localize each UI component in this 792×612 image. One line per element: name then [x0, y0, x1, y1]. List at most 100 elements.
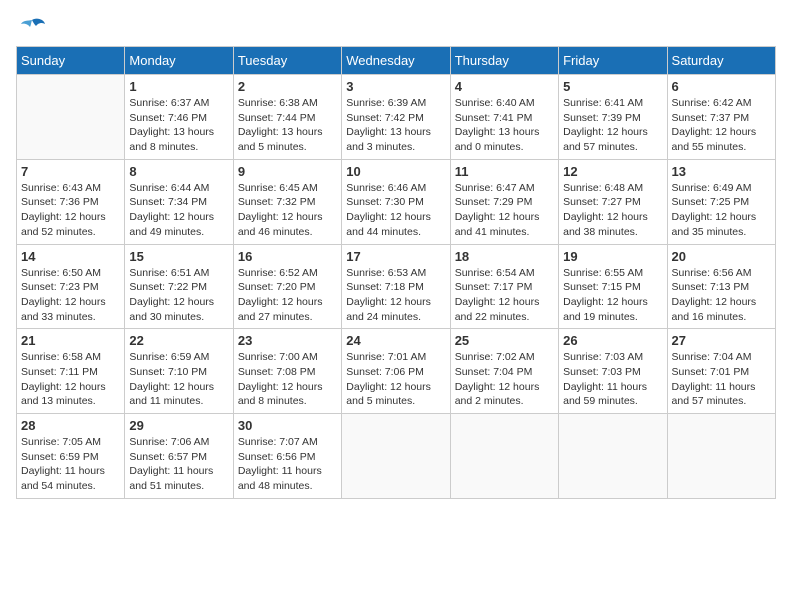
day-number: 8 [129, 164, 228, 179]
page-header [16, 16, 776, 38]
day-number: 25 [455, 333, 554, 348]
day-number: 26 [563, 333, 662, 348]
day-number: 17 [346, 249, 445, 264]
day-info: Sunrise: 6:43 AMSunset: 7:36 PMDaylight:… [21, 181, 120, 240]
day-info: Sunrise: 7:05 AMSunset: 6:59 PMDaylight:… [21, 435, 120, 494]
day-number: 3 [346, 79, 445, 94]
day-info: Sunrise: 6:54 AMSunset: 7:17 PMDaylight:… [455, 266, 554, 325]
calendar-cell: 9 Sunrise: 6:45 AMSunset: 7:32 PMDaylight… [233, 159, 341, 244]
day-number: 1 [129, 79, 228, 94]
day-number: 13 [672, 164, 771, 179]
day-info: Sunrise: 6:38 AMSunset: 7:44 PMDaylight:… [238, 96, 337, 155]
calendar-cell: 6Sunrise: 6:42 AMSunset: 7:37 PMDaylight… [667, 75, 775, 160]
calendar-cell: 25Sunrise: 7:02 AMSunset: 7:04 PMDayligh… [450, 329, 558, 414]
day-number: 20 [672, 249, 771, 264]
day-number: 4 [455, 79, 554, 94]
day-info: Sunrise: 6:40 AMSunset: 7:41 PMDaylight:… [455, 96, 554, 155]
day-info: Sunrise: 6:41 AMSunset: 7:39 PMDaylight:… [563, 96, 662, 155]
day-info: Sunrise: 7:07 AMSunset: 6:56 PMDaylight:… [238, 435, 337, 494]
calendar-week-row: 14 Sunrise: 6:50 AMSunset: 7:23 PMDayligh… [17, 244, 776, 329]
day-number: 5 [563, 79, 662, 94]
day-info: Sunrise: 6:47 AMSunset: 7:29 PMDaylight:… [455, 181, 554, 240]
calendar-cell: 8 Sunrise: 6:44 AMSunset: 7:34 PMDaylight… [125, 159, 233, 244]
calendar-week-row: 21Sunrise: 6:58 AMSunset: 7:11 PMDayligh… [17, 329, 776, 414]
day-info: Sunrise: 6:44 AMSunset: 7:34 PMDaylight:… [129, 181, 228, 240]
day-of-week-header: Monday [125, 47, 233, 75]
day-number: 29 [129, 418, 228, 433]
day-number: 14 [21, 249, 120, 264]
calendar-cell: 16Sunrise: 6:52 AMSunset: 7:20 PMDayligh… [233, 244, 341, 329]
day-number: 21 [21, 333, 120, 348]
day-of-week-header: Saturday [667, 47, 775, 75]
day-info: Sunrise: 7:03 AMSunset: 7:03 PMDaylight:… [563, 350, 662, 409]
day-number: 27 [672, 333, 771, 348]
calendar-cell: 10 Sunrise: 6:46 AMSunset: 7:30 PMDayligh… [342, 159, 450, 244]
calendar-cell: 19 Sunrise: 6:55 AMSunset: 7:15 PMDayligh… [559, 244, 667, 329]
day-info: Sunrise: 6:51 AMSunset: 7:22 PMDaylight:… [129, 266, 228, 325]
day-number: 24 [346, 333, 445, 348]
day-info: Sunrise: 6:55 AMSunset: 7:15 PMDaylight:… [563, 266, 662, 325]
logo-text [16, 16, 46, 38]
day-info: Sunrise: 6:49 AMSunset: 7:25 PMDaylight:… [672, 181, 771, 240]
calendar: SundayMondayTuesdayWednesdayThursdayFrid… [16, 46, 776, 499]
calendar-cell: 11 Sunrise: 6:47 AMSunset: 7:29 PMDayligh… [450, 159, 558, 244]
calendar-cell [559, 414, 667, 499]
day-info: Sunrise: 6:59 AMSunset: 7:10 PMDaylight:… [129, 350, 228, 409]
calendar-cell: 14 Sunrise: 6:50 AMSunset: 7:23 PMDayligh… [17, 244, 125, 329]
calendar-cell [450, 414, 558, 499]
day-info: Sunrise: 6:48 AMSunset: 7:27 PMDaylight:… [563, 181, 662, 240]
day-number: 6 [672, 79, 771, 94]
day-info: Sunrise: 6:45 AMSunset: 7:32 PMDaylight:… [238, 181, 337, 240]
calendar-cell: 24 Sunrise: 7:01 AMSunset: 7:06 PMDayligh… [342, 329, 450, 414]
calendar-header-row: SundayMondayTuesdayWednesdayThursdayFrid… [17, 47, 776, 75]
day-info: Sunrise: 7:04 AMSunset: 7:01 PMDaylight:… [672, 350, 771, 409]
day-number: 10 [346, 164, 445, 179]
calendar-week-row: 28 Sunrise: 7:05 AMSunset: 6:59 PMDayligh… [17, 414, 776, 499]
calendar-cell: 1 Sunrise: 6:37 AMSunset: 7:46 PMDaylight… [125, 75, 233, 160]
calendar-cell: 5 Sunrise: 6:41 AMSunset: 7:39 PMDaylight… [559, 75, 667, 160]
calendar-cell: 2 Sunrise: 6:38 AMSunset: 7:44 PMDaylight… [233, 75, 341, 160]
day-of-week-header: Wednesday [342, 47, 450, 75]
day-number: 28 [21, 418, 120, 433]
calendar-cell: 7 Sunrise: 6:43 AMSunset: 7:36 PMDaylight… [17, 159, 125, 244]
day-info: Sunrise: 6:46 AMSunset: 7:30 PMDaylight:… [346, 181, 445, 240]
calendar-week-row: 7 Sunrise: 6:43 AMSunset: 7:36 PMDaylight… [17, 159, 776, 244]
logo [16, 16, 46, 38]
day-info: Sunrise: 7:01 AMSunset: 7:06 PMDaylight:… [346, 350, 445, 409]
calendar-week-row: 1 Sunrise: 6:37 AMSunset: 7:46 PMDaylight… [17, 75, 776, 160]
day-number: 23 [238, 333, 337, 348]
calendar-cell: 17 Sunrise: 6:53 AMSunset: 7:18 PMDayligh… [342, 244, 450, 329]
logo-bird-icon [18, 16, 46, 38]
day-info: Sunrise: 6:50 AMSunset: 7:23 PMDaylight:… [21, 266, 120, 325]
day-number: 16 [238, 249, 337, 264]
day-of-week-header: Sunday [17, 47, 125, 75]
day-number: 30 [238, 418, 337, 433]
calendar-cell: 20Sunrise: 6:56 AMSunset: 7:13 PMDayligh… [667, 244, 775, 329]
day-number: 15 [129, 249, 228, 264]
day-info: Sunrise: 6:39 AMSunset: 7:42 PMDaylight:… [346, 96, 445, 155]
calendar-cell: 18 Sunrise: 6:54 AMSunset: 7:17 PMDayligh… [450, 244, 558, 329]
calendar-cell: 15 Sunrise: 6:51 AMSunset: 7:22 PMDayligh… [125, 244, 233, 329]
calendar-cell: 23 Sunrise: 7:00 AMSunset: 7:08 PMDayligh… [233, 329, 341, 414]
day-info: Sunrise: 7:06 AMSunset: 6:57 PMDaylight:… [129, 435, 228, 494]
day-number: 18 [455, 249, 554, 264]
day-info: Sunrise: 6:53 AMSunset: 7:18 PMDaylight:… [346, 266, 445, 325]
calendar-cell: 28 Sunrise: 7:05 AMSunset: 6:59 PMDayligh… [17, 414, 125, 499]
calendar-cell: 26 Sunrise: 7:03 AMSunset: 7:03 PMDayligh… [559, 329, 667, 414]
day-number: 19 [563, 249, 662, 264]
day-number: 9 [238, 164, 337, 179]
day-number: 11 [455, 164, 554, 179]
day-number: 2 [238, 79, 337, 94]
calendar-cell: 4 Sunrise: 6:40 AMSunset: 7:41 PMDaylight… [450, 75, 558, 160]
calendar-cell: 22Sunrise: 6:59 AMSunset: 7:10 PMDayligh… [125, 329, 233, 414]
day-info: Sunrise: 6:37 AMSunset: 7:46 PMDaylight:… [129, 96, 228, 155]
calendar-cell: 12Sunrise: 6:48 AMSunset: 7:27 PMDayligh… [559, 159, 667, 244]
day-info: Sunrise: 7:00 AMSunset: 7:08 PMDaylight:… [238, 350, 337, 409]
day-number: 7 [21, 164, 120, 179]
calendar-cell: 30 Sunrise: 7:07 AMSunset: 6:56 PMDayligh… [233, 414, 341, 499]
day-of-week-header: Tuesday [233, 47, 341, 75]
calendar-cell: 29 Sunrise: 7:06 AMSunset: 6:57 PMDayligh… [125, 414, 233, 499]
calendar-cell: 21Sunrise: 6:58 AMSunset: 7:11 PMDayligh… [17, 329, 125, 414]
calendar-cell: 13 Sunrise: 6:49 AMSunset: 7:25 PMDayligh… [667, 159, 775, 244]
calendar-cell: 27 Sunrise: 7:04 AMSunset: 7:01 PMDayligh… [667, 329, 775, 414]
